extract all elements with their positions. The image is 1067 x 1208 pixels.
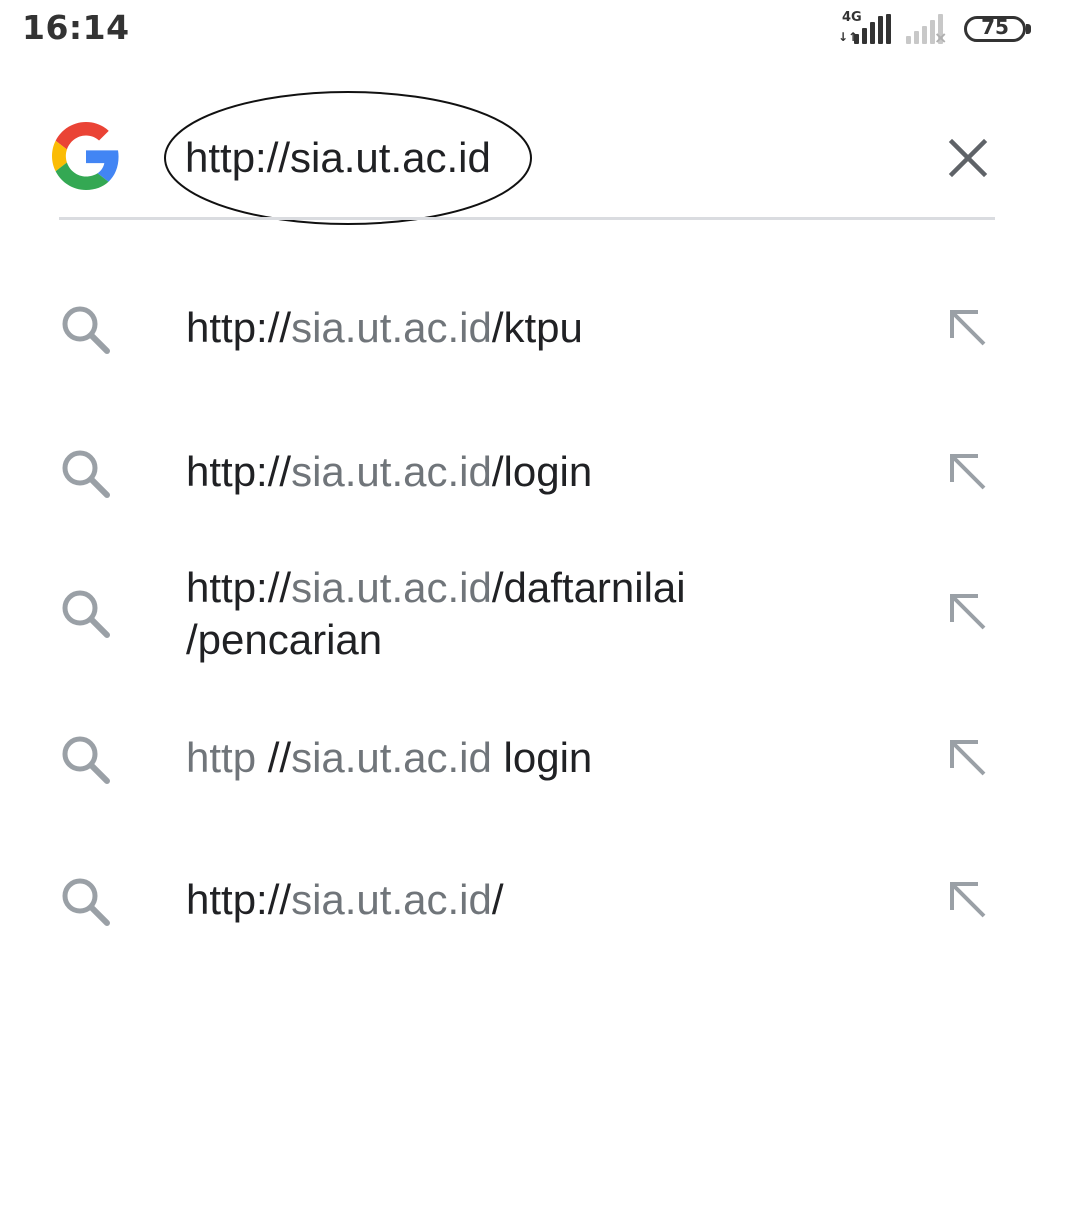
suggestion-text: http://sia.ut.ac.id/ktpu [186, 304, 583, 351]
search-icon [62, 306, 110, 354]
suggestion-item[interactable]: http://sia.ut.ac.id/ktpu [0, 286, 1067, 376]
close-icon[interactable] [940, 130, 996, 186]
search-icon [62, 736, 110, 784]
suggestion-text: http://sia.ut.ac.id/ [186, 876, 504, 923]
search-icon [62, 590, 110, 638]
search-icon [62, 450, 110, 498]
search-query-text: http://sia.ut.ac.id [185, 134, 491, 181]
status-bar: 16:14 4G ↓↑ × 75 [0, 0, 1067, 62]
battery-tip [1026, 24, 1031, 34]
arrow-up-left-icon[interactable] [944, 734, 992, 782]
suggestion-text: http //sia.ut.ac.id login [186, 734, 593, 781]
status-time: 16:14 [22, 8, 130, 47]
suggestion-item[interactable]: http://sia.ut.ac.id/ [0, 858, 1067, 948]
search-input[interactable]: http://sia.ut.ac.id [163, 90, 533, 226]
suggestion-item[interactable]: http://sia.ut.ac.id/login [0, 430, 1067, 520]
suggestion-item[interactable]: http://sia.ut.ac.id/daftarnilai/pencaria… [0, 560, 1067, 670]
search-icon [62, 878, 110, 926]
suggestion-text: http://sia.ut.ac.id/daftarnilai/pencaria… [186, 564, 686, 663]
signal-no-sim-icon: × [906, 14, 954, 47]
suggestion-text: http://sia.ut.ac.id/login [186, 448, 593, 495]
search-divider [59, 217, 995, 220]
battery-level: 75 [981, 15, 1009, 39]
arrow-up-left-icon[interactable] [944, 448, 992, 496]
suggestion-item[interactable]: http //sia.ut.ac.id login [0, 716, 1067, 806]
arrow-up-left-icon[interactable] [944, 876, 992, 924]
signal-bars-icon: 4G ↓↑ [834, 10, 898, 46]
arrow-up-left-icon[interactable] [944, 304, 992, 352]
no-signal-x-icon: × [934, 28, 948, 47]
arrow-up-left-icon[interactable] [944, 588, 992, 636]
google-g-icon [52, 122, 119, 190]
search-bar: http://sia.ut.ac.id [0, 84, 1067, 226]
battery-icon: 75 [964, 15, 1026, 42]
